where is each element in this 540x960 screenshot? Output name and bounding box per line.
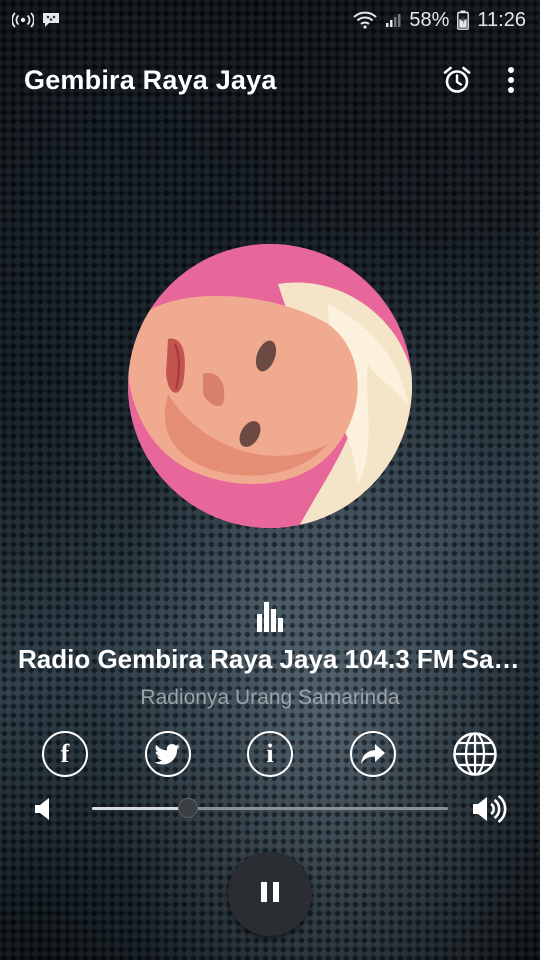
battery-percent: 58%: [409, 8, 450, 31]
facebook-glyph: f: [60, 739, 70, 768]
volume-low-icon[interactable]: [34, 796, 52, 827]
status-bar: 58% 11:26: [0, 0, 540, 40]
equalizer-icon: [256, 600, 284, 632]
app-bar: Gembira Raya Jaya: [0, 50, 540, 110]
volume-slider[interactable]: [92, 798, 448, 818]
album-cover: [128, 244, 412, 528]
alarm-clock-icon[interactable]: [442, 65, 472, 95]
volume-high-icon[interactable]: [472, 794, 508, 829]
clock: 11:26: [477, 8, 526, 31]
cell-signal-icon: [385, 12, 401, 28]
more-vert-icon[interactable]: [506, 66, 516, 94]
volume-slider-fill: [92, 807, 189, 810]
twitter-icon[interactable]: [144, 731, 191, 777]
station-name-text: Radio Gembira Raya Jaya 104.3 FM Samarin…: [18, 644, 522, 674]
volume-slider-thumb[interactable]: [178, 798, 199, 818]
pause-icon: [259, 880, 281, 909]
bbm-chat-icon: [42, 12, 60, 28]
volume-control: [0, 790, 540, 830]
app-title: Gembira Raya Jaya: [24, 64, 277, 95]
globe-icon[interactable]: [452, 731, 498, 777]
info-icon[interactable]: i: [247, 731, 293, 777]
pause-button[interactable]: [228, 852, 312, 936]
battery-icon: [457, 10, 470, 30]
facebook-icon[interactable]: f: [42, 731, 88, 777]
info-glyph: i: [266, 739, 274, 768]
action-row: f i: [42, 730, 498, 778]
share-icon[interactable]: [349, 731, 396, 777]
station-name: Radio Gembira Raya Jaya 104.3 FM Samarin…: [0, 644, 540, 675]
station-subtitle: Radionya Urang Samarinda: [140, 686, 400, 709]
radio-signal-icon: [12, 12, 34, 28]
wifi-icon: [353, 11, 378, 29]
